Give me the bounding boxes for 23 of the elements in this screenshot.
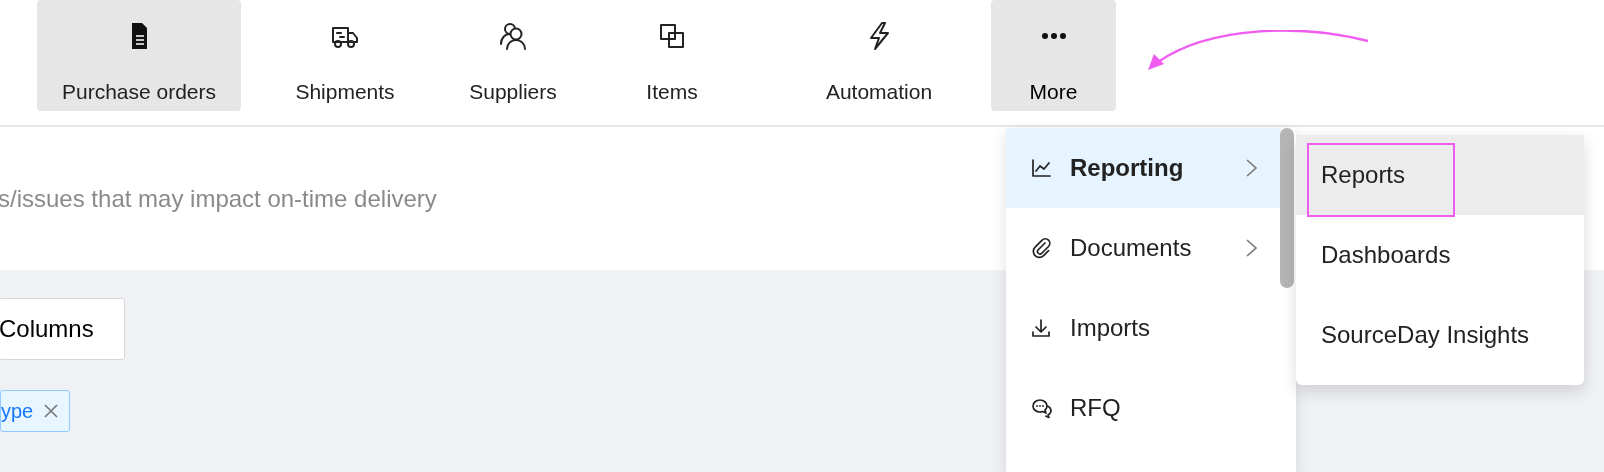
- nav-tab[interactable]: Items: [577, 0, 767, 111]
- menu-item[interactable]: RFQ: [1006, 368, 1281, 448]
- paperclip-icon: [1030, 237, 1052, 259]
- submenu-item[interactable]: Dashboards: [1296, 215, 1584, 295]
- close-icon[interactable]: [43, 403, 60, 419]
- download-icon: [1030, 317, 1052, 339]
- menu-item[interactable]: Reporting: [1006, 128, 1281, 208]
- nav-tab[interactable]: Shipments: [241, 0, 449, 111]
- users-icon: [497, 20, 529, 52]
- chart-icon: [1030, 157, 1052, 179]
- nav-tab[interactable]: Suppliers: [449, 0, 577, 111]
- nav-tab[interactable]: Automation: [767, 0, 991, 111]
- more-icon: [1040, 32, 1067, 40]
- nav-tab[interactable]: Purchase orders: [37, 0, 241, 111]
- nav-tab[interactable]: More: [991, 0, 1116, 111]
- chat-icon: [1030, 397, 1052, 419]
- submenu-item[interactable]: SourceDay Insights: [1296, 295, 1584, 375]
- submenu-item[interactable]: Reports: [1296, 135, 1584, 215]
- menu-item[interactable]: Imports: [1006, 288, 1281, 368]
- filter-tag[interactable]: ype: [0, 390, 71, 432]
- scrollbar-thumb[interactable]: [1280, 128, 1294, 288]
- columns-button[interactable]: Columns: [0, 298, 125, 360]
- menu-item[interactable]: Documents: [1006, 208, 1281, 288]
